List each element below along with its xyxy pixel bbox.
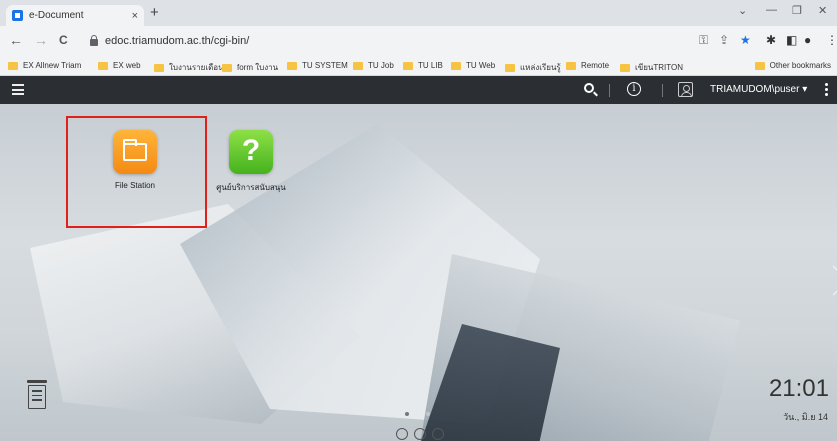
address-bar: ← → C edoc.triamudom.ac.th/cgi-bin/ ⚿ ⇪ …	[0, 26, 837, 56]
separator	[609, 84, 610, 97]
close-window-button[interactable]: ✕	[818, 4, 827, 17]
dsm-desktop: File Station ? ศูนย์บริการสนับสนุน 21:01…	[0, 104, 837, 441]
minimize-button[interactable]: —	[766, 4, 777, 16]
folder-icon	[451, 61, 461, 70]
forward-button[interactable]: →	[34, 32, 48, 48]
bookmark-item[interactable]: แหล่งเรียนรู้	[505, 61, 561, 74]
extensions-icon[interactable]: ✱	[766, 33, 776, 47]
folder-icon	[566, 61, 576, 70]
bookmark-item[interactable]: เขียนTRITON	[620, 61, 683, 74]
search-icon[interactable]	[584, 83, 594, 93]
folder-icon	[754, 61, 765, 70]
recycle-bin-icon[interactable]	[27, 380, 47, 412]
folder-icon	[8, 61, 18, 70]
folder-icon	[98, 61, 108, 70]
notification-icon[interactable]	[396, 428, 408, 440]
sidepanel-icon[interactable]: ◧	[786, 33, 797, 47]
folder-icon	[287, 61, 297, 70]
browser-menu-icon[interactable]: ⋮	[826, 33, 837, 47]
chevron-right-icon[interactable]	[823, 264, 837, 304]
edoc-favicon-icon	[12, 10, 23, 21]
dsm-taskbar: i TRIAMUDOM\puser ▾	[0, 76, 837, 104]
user-menu[interactable]: TRIAMUDOM\puser ▾	[710, 84, 807, 95]
separator	[662, 84, 663, 97]
back-button[interactable]: ←	[9, 32, 23, 48]
bookmarks-bar: EX Allnew Triam EX web ใบงานรายเดือน for…	[0, 56, 837, 76]
profile-avatar-icon[interactable]: ●	[804, 33, 811, 47]
lock-icon	[90, 35, 98, 46]
browser-tab[interactable]: e-Document ×	[6, 5, 144, 26]
bookmark-item[interactable]: EX web	[98, 61, 141, 70]
url-input[interactable]: edoc.triamudom.ac.th/cgi-bin/	[88, 30, 688, 52]
key-icon[interactable]: ⚿	[699, 33, 708, 47]
other-bookmarks[interactable]: Other bookmarks	[754, 61, 831, 70]
folder-icon	[403, 61, 413, 70]
app-label: ศูนย์บริการสนับสนุน	[216, 183, 286, 192]
folder-icon	[154, 63, 164, 72]
chevron-down-icon[interactable]: ⌄	[738, 4, 747, 17]
tab-close-icon[interactable]: ×	[132, 10, 138, 22]
widgets-icon[interactable]	[432, 428, 444, 440]
user-icon[interactable]	[678, 82, 693, 97]
dock	[396, 428, 444, 440]
support-center-shortcut[interactable]: ? ศูนย์บริการสนับสนุน	[206, 130, 296, 194]
more-options-icon[interactable]	[825, 83, 829, 98]
bookmark-item[interactable]: EX Allnew Triam	[8, 61, 81, 70]
restore-button[interactable]: ❐	[792, 4, 802, 17]
folder-icon	[620, 63, 630, 72]
star-icon[interactable]: ★	[740, 33, 751, 47]
browser-tab-strip: e-Document × + ⌄ — ❐ ✕	[0, 0, 837, 26]
new-tab-button[interactable]: +	[150, 5, 159, 21]
bookmark-item[interactable]: ใบงานรายเดือน	[154, 61, 224, 74]
support-center-icon: ?	[229, 130, 273, 174]
bookmark-item[interactable]: TU Web	[451, 61, 495, 70]
bookmark-item[interactable]: Remote	[566, 61, 609, 70]
question-mark-icon: ?	[241, 134, 261, 167]
tab-title: e-Document	[29, 10, 84, 21]
clock-time: 21:01	[768, 375, 829, 402]
folder-icon	[505, 63, 515, 72]
highlight-box	[66, 116, 207, 228]
page-dot[interactable]	[426, 412, 430, 416]
main-menu-icon[interactable]	[12, 84, 24, 95]
share-icon[interactable]: ⇪	[719, 33, 729, 47]
bookmark-item[interactable]: TU SYSTEM	[287, 61, 348, 70]
reload-button[interactable]: C	[59, 32, 68, 48]
info-icon[interactable]: i	[627, 82, 641, 96]
folder-icon	[353, 61, 363, 70]
search-widget-icon[interactable]	[414, 428, 426, 440]
bookmark-item[interactable]: TU LIB	[403, 61, 443, 70]
folder-icon	[222, 63, 232, 72]
page-dot-active[interactable]	[405, 412, 409, 416]
bookmark-item[interactable]: form ใบงาน	[222, 61, 278, 74]
bookmark-item[interactable]: TU Job	[353, 61, 394, 70]
url-text: edoc.triamudom.ac.th/cgi-bin/	[105, 35, 250, 47]
clock-date: วัน., มิ.ย 14	[783, 412, 828, 422]
